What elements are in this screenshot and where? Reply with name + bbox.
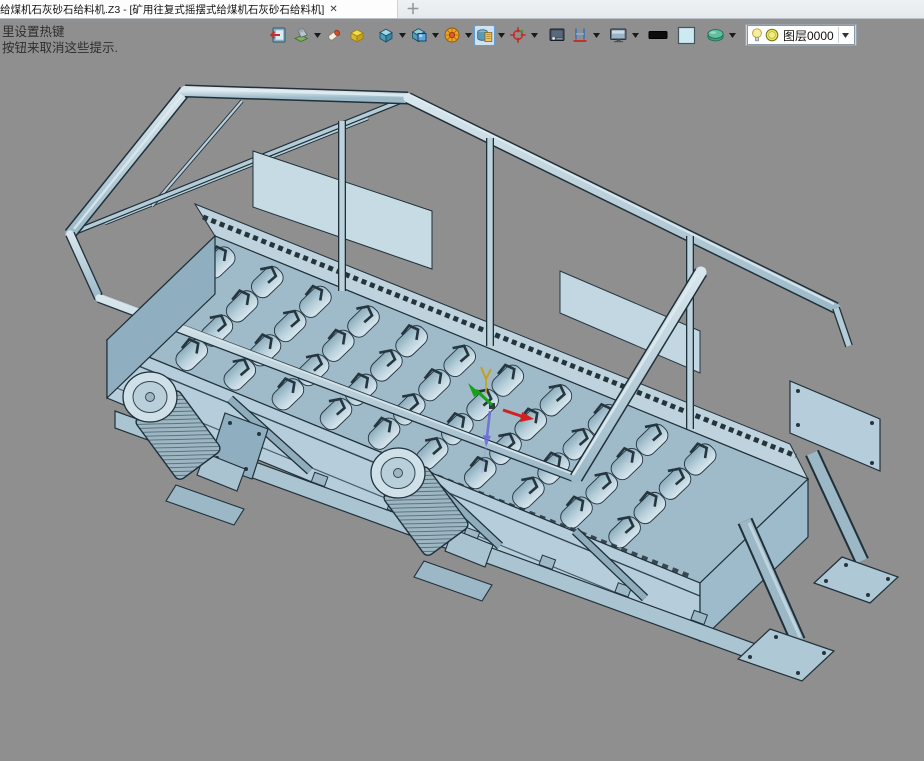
display-mode-cube-icon[interactable] [408,25,429,46]
render-wheel-icon[interactable] [441,25,462,46]
document-tab-title: 给煤机石灰砂石给料机.Z3 - [矿用往复式摇摆式给煤机石灰砂石给料机] [0,3,325,16]
exit-icon[interactable] [267,25,288,46]
view-toolbar: 图层0000 [266,22,857,48]
section-view-icon[interactable] [569,25,590,46]
material-view-icon[interactable] [474,24,495,46]
bulb-icon [752,27,762,41]
document-tab[interactable]: 给煤机石灰砂石给料机.Z3 - [矿用往复式摇摆式给煤机石灰砂石给料机] ✕ [0,0,398,18]
hint-line-2: 按钮来取消这些提示. [2,41,118,55]
small-screen-icon[interactable] [546,25,567,46]
face-color-swatch[interactable] [676,25,697,46]
shaded-cube-dropdown-icon[interactable] [397,25,407,46]
layer-dropdown-icon[interactable] [837,27,852,43]
sheet-orient-icon[interactable] [290,25,311,46]
display-mode-dropdown-icon[interactable] [430,25,440,46]
layer-color-icon [765,28,779,42]
layer-selector[interactable]: 图层0000 [747,25,855,45]
eraser-icon[interactable] [323,25,344,46]
cad-model-canvas[interactable] [0,19,924,761]
green-disc-icon[interactable] [705,25,726,46]
line-color-swatch[interactable] [647,25,668,46]
new-tab-button[interactable]: ＋ [398,0,428,18]
document-tab-bar: 给煤机石灰砂石给料机.Z3 - [矿用往复式摇摆式给煤机石灰砂石给料机] ✕ ＋ [0,0,924,19]
point-target-dropdown-icon[interactable] [529,25,539,46]
monitor-dropdown-icon[interactable] [630,25,640,46]
material-view-dropdown-icon[interactable] [496,25,506,46]
hint-text: 里设置热键 按钮来取消这些提示. [2,24,118,56]
machine-model[interactable] [64,84,900,682]
layer-name-label: 图层0000 [783,28,834,43]
point-target-icon[interactable] [507,25,528,46]
sheet-orient-dropdown-icon[interactable] [312,25,322,46]
hint-line-1: 里设置热键 [2,25,65,39]
green-disc-dropdown-icon[interactable] [727,25,737,46]
yellow-box-icon[interactable] [346,25,367,46]
shaded-cube-icon[interactable] [375,25,396,46]
section-view-dropdown-icon[interactable] [591,25,601,46]
render-wheel-dropdown-icon[interactable] [463,25,473,46]
tab-close-icon[interactable]: ✕ [329,4,337,15]
layer-selector-panel: 图层0000 [745,24,857,46]
3d-viewport[interactable]: 里设置热键 按钮来取消这些提示. 图层0000 [0,19,924,761]
monitor-icon[interactable] [608,25,629,46]
